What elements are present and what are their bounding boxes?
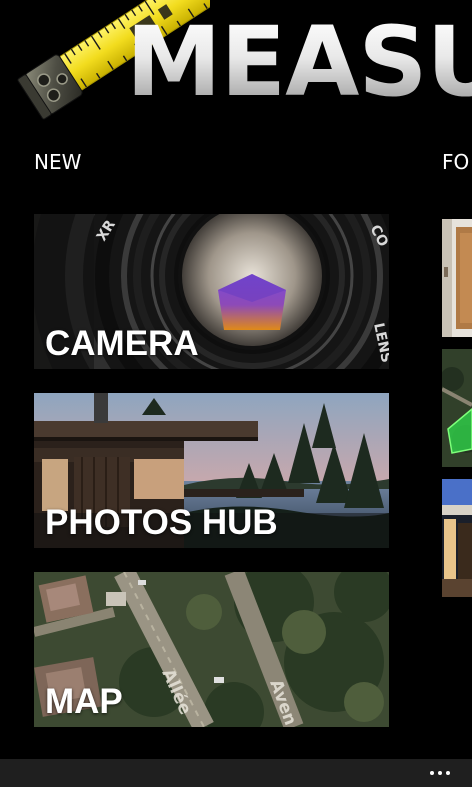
- camera-tile-label: CAMERA: [45, 324, 199, 363]
- app-bar: [0, 759, 472, 787]
- map-tile[interactable]: Allée Aven MAP: [34, 572, 389, 727]
- next-section-thumbnail[interactable]: [442, 479, 472, 597]
- section-header-current[interactable]: NEW: [34, 150, 81, 174]
- photos-hub-tile-label: PHOTOS HUB: [45, 503, 278, 542]
- app-title: MEASURE: [126, 14, 472, 110]
- photos-hub-tile[interactable]: PHOTOS HUB: [34, 393, 389, 548]
- interior-photo-image: [442, 219, 472, 337]
- map-overlay-image: [442, 349, 472, 467]
- room-photo-image: [442, 479, 472, 597]
- section-header-next[interactable]: FO: [442, 150, 469, 174]
- camera-tile[interactable]: XR CO LENS CAMERA: [34, 214, 389, 369]
- more-options-button[interactable]: [422, 763, 458, 783]
- ellipsis-icon: [430, 771, 434, 775]
- next-section-thumbnail[interactable]: [442, 349, 472, 467]
- map-tile-label: MAP: [45, 682, 123, 721]
- app-root: MEASURE NEW FO: [0, 0, 472, 787]
- ellipsis-icon: [438, 771, 442, 775]
- ellipsis-icon: [446, 771, 450, 775]
- next-section-thumbnail[interactable]: [442, 219, 472, 337]
